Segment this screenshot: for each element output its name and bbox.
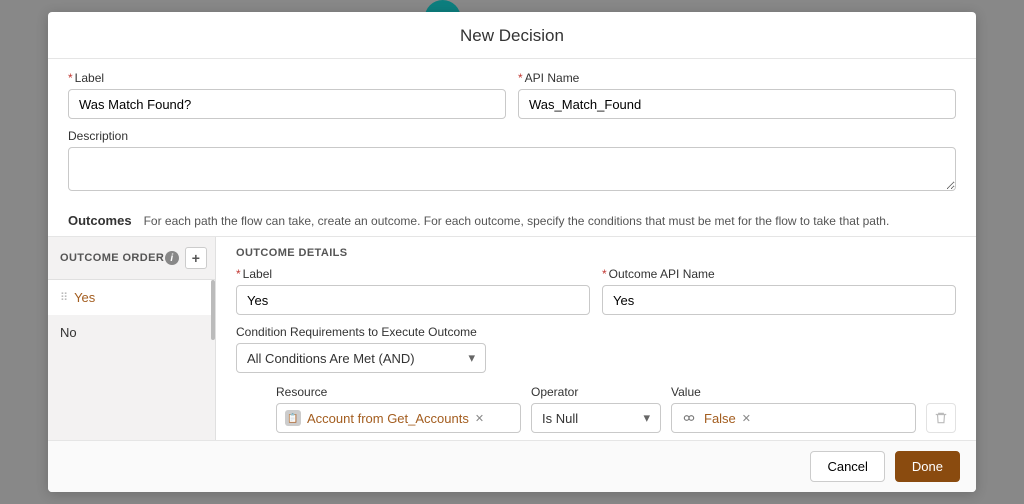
sidebar-item-yes[interactable]: ⠿ Yes [48,280,215,315]
description-textarea[interactable] [68,147,956,191]
cancel-button[interactable]: Cancel [810,451,884,482]
resource-input[interactable]: 📋 Account from Get_Accounts ✕ [276,403,521,433]
modal-title: New Decision [48,26,976,46]
sidebar-header: OUTCOME ORDER i + [48,237,215,280]
sidebar-item-no[interactable]: No [48,315,215,350]
outcomes-bar: Outcomes For each path the flow can take… [48,205,976,237]
info-icon[interactable]: i [165,251,179,265]
top-form: *Label *API Name Description [48,59,976,205]
value-input[interactable]: False ✕ [671,403,916,433]
clear-value-icon[interactable]: ✕ [742,412,751,425]
link-icon [680,409,698,427]
modal-header: New Decision [48,12,976,59]
sidebar-item-label: No [60,325,77,340]
outcome-label-input[interactable] [236,285,590,315]
outcome-label-field: *Label [236,267,590,315]
chevron-down-icon: ▾ [468,350,475,366]
sidebar-item-label: Yes [74,290,95,305]
value-col: Value False ✕ [671,385,916,433]
operator-col: Operator Is Null ▾ [531,385,661,433]
details-title: OUTCOME DETAILS [236,247,956,267]
cond-req-label: Condition Requirements to Execute Outcom… [236,325,956,339]
description-field: Description [68,129,956,191]
outcomes-hint: For each path the flow can take, create … [144,214,890,228]
label-input[interactable] [68,89,506,119]
outcome-details: OUTCOME DETAILS *Label *Outcome API Name… [216,237,976,440]
done-button[interactable]: Done [895,451,960,482]
add-outcome-button[interactable]: + [185,247,207,269]
outcomes-title: Outcomes [68,213,132,228]
operator-select[interactable]: Is Null ▾ [531,403,661,433]
outcome-api-input[interactable] [602,285,956,315]
clipboard-icon: 📋 [285,410,301,426]
sidebar-list: ⠿ Yes No [48,280,215,350]
label-field: *Label [68,71,506,119]
delete-condition-button[interactable] [926,403,956,433]
api-name-input[interactable] [518,89,956,119]
chevron-down-icon: ▾ [643,410,650,426]
cond-req-select[interactable]: All Conditions Are Met (AND) ▾ [236,343,486,373]
modal-footer: Cancel Done [48,440,976,492]
scroll-indicator [211,280,215,340]
condition-row: Resource 📋 Account from Get_Accounts ✕ O… [236,385,956,433]
decision-modal: New Decision *Label *API Name Descriptio… [48,12,976,492]
resource-col: Resource 📋 Account from Get_Accounts ✕ [276,385,521,433]
drag-handle-icon[interactable]: ⠿ [60,291,68,304]
api-name-field: *API Name [518,71,956,119]
outcome-api-field: *Outcome API Name [602,267,956,315]
outcome-sidebar: OUTCOME ORDER i + ⠿ Yes No [48,237,216,440]
clear-resource-icon[interactable]: ✕ [475,412,484,425]
